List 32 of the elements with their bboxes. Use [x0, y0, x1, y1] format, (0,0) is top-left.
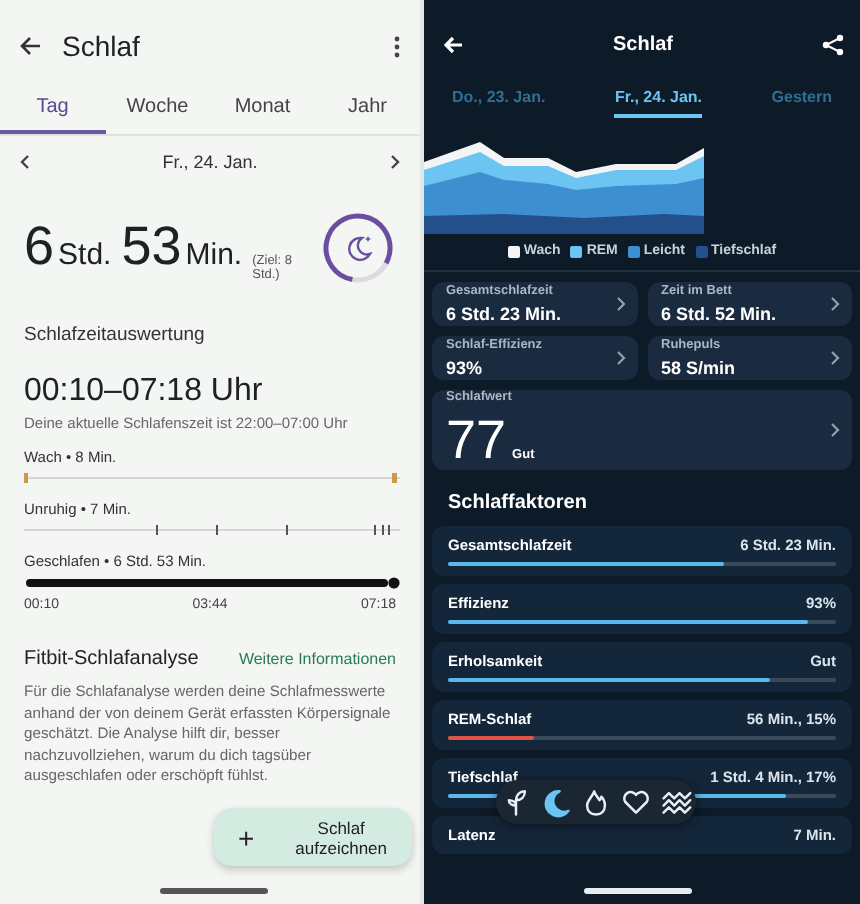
section-title: Schlafzeitauswertung [22, 322, 207, 346]
page-title: Schlaf [62, 30, 142, 62]
next-icon[interactable] [390, 154, 400, 170]
hours-value: 6 [24, 215, 55, 277]
record-sleep-button[interactable]: + Schlaf aufzeichnen [214, 808, 412, 866]
date-tab[interactable]: Fr., 24. Jan. [614, 88, 703, 118]
period-tab[interactable]: Woche [105, 88, 210, 134]
chevron-icon [615, 296, 625, 312]
share-icon[interactable] [821, 33, 844, 55]
page-title: Schlaf [612, 33, 673, 55]
more-info-link[interactable]: Weitere Informationen [238, 650, 396, 668]
period-tab[interactable]: Monat [210, 88, 315, 134]
more-icon[interactable] [394, 35, 400, 57]
flame-icon[interactable] [580, 786, 612, 818]
factors-title: Schlaffaktoren [446, 490, 589, 518]
previous-icon[interactable] [20, 154, 30, 170]
minutes-value: 53 [121, 215, 182, 277]
chevron-icon [830, 422, 840, 438]
hours-unit: Std. [58, 237, 112, 271]
back-icon[interactable] [20, 36, 42, 56]
chevron-icon [830, 296, 840, 312]
chevron-icon [830, 350, 840, 366]
date-label: Fr., 24. Jan. [162, 152, 258, 172]
heart-icon[interactable] [620, 786, 652, 818]
minutes-unit: Min. [185, 237, 243, 271]
period-tab[interactable]: Jahr [315, 88, 420, 134]
waves-icon[interactable] [660, 786, 692, 818]
chevron-icon [615, 350, 625, 366]
analysis-title: Fitbit-Schlafanalyse [24, 648, 199, 670]
moon-icon[interactable] [540, 786, 572, 818]
sleep-time-range: 00:10–07:18 Uhr [22, 372, 265, 410]
period-tab[interactable]: Tag [0, 88, 105, 134]
